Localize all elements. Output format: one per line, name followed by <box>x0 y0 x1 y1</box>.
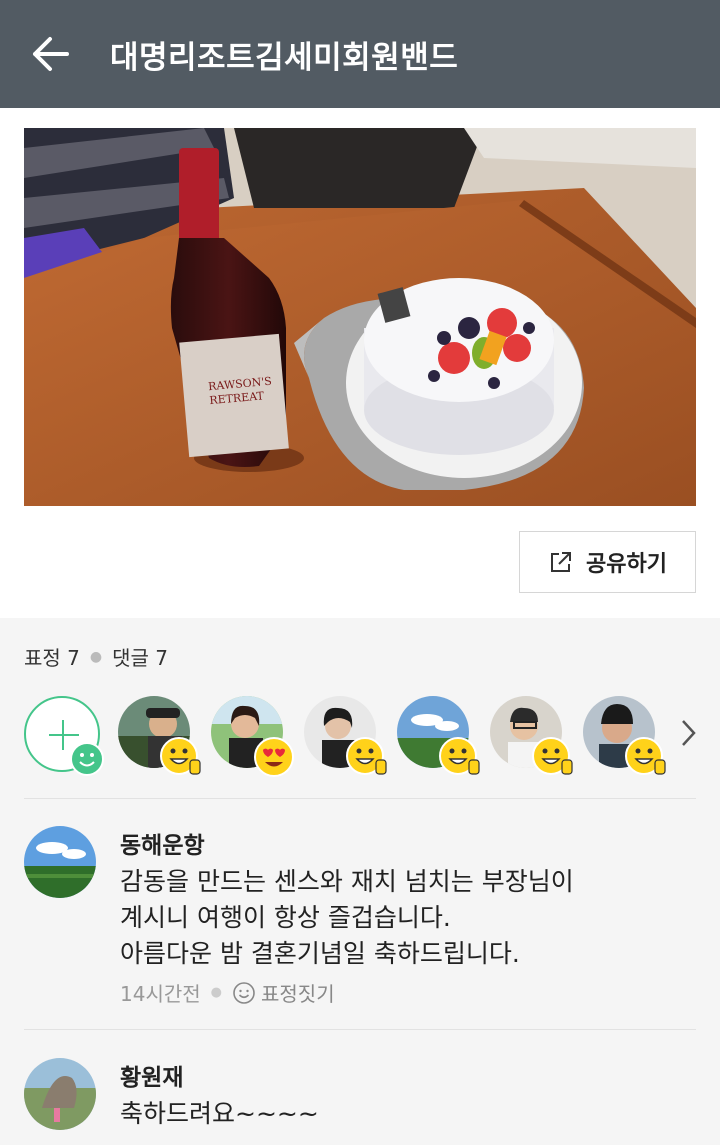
avatar[interactable] <box>24 826 96 898</box>
back-button[interactable] <box>0 0 100 108</box>
share-label: 공유하기 <box>586 552 667 577</box>
comment-meta: 14시간전 ● 표정짓기 <box>120 978 335 1007</box>
post-photo-illustration: RAWSON'S RETREAT <box>24 128 696 506</box>
band-title: 대명리조트김세미회원밴드 <box>110 39 459 76</box>
add-reaction-button[interactable] <box>24 696 104 776</box>
comment-item: 동해운항 감동을 만드는 센스와 재치 넘치는 부장님이 계시니 여행이 항상 … <box>0 826 720 1006</box>
thumbs-up-smile-emoji-icon <box>625 737 666 775</box>
comment-text: 축하드려요~~~~ <box>120 1099 319 1128</box>
comment-author[interactable]: 동해운항 <box>120 826 205 860</box>
chevron-right-icon[interactable] <box>680 718 698 748</box>
heart-eyes-emoji-icon <box>254 737 294 777</box>
post-content: RAWSON'S RETREAT 공유하기 <box>0 108 720 618</box>
thumbs-up-smile-emoji-icon <box>160 737 201 775</box>
comment-count[interactable]: 댓글 7 <box>112 642 168 671</box>
reactor-avatar[interactable] <box>304 696 387 775</box>
comment-text: 감동을 만드는 센스와 재치 넘치는 부장님이 계시니 여행이 항상 즐겁습니다… <box>120 867 574 968</box>
reactors-row <box>24 696 720 780</box>
share-button[interactable]: 공유하기 <box>519 531 696 593</box>
reactor-avatar[interactable] <box>397 696 480 775</box>
reactor-avatar[interactable] <box>583 696 666 775</box>
separator-dot: ● <box>89 648 103 665</box>
thumbs-up-smile-emoji-icon <box>532 737 573 775</box>
divider <box>24 798 696 799</box>
plus-icon-bar <box>49 734 79 736</box>
post-stats: 표정 7 ● 댓글 7 <box>24 642 168 671</box>
back-arrow-icon <box>33 37 69 71</box>
reactor-avatar[interactable] <box>490 696 573 775</box>
reactor-avatar[interactable] <box>211 696 294 777</box>
app-bar: 대명리조트김세미회원밴드 <box>0 0 720 108</box>
separator-dot: ● <box>210 985 222 1000</box>
react-label: 표정짓기 <box>261 982 335 1006</box>
smile-icon <box>70 742 104 776</box>
smiley-icon <box>233 981 255 1004</box>
thumbs-up-smile-emoji-icon <box>439 737 480 775</box>
avatar[interactable] <box>24 1058 96 1130</box>
comment-time: 14시간전 <box>120 982 201 1006</box>
react-button[interactable]: 표정짓기 <box>232 978 335 1007</box>
comment-author[interactable]: 황원재 <box>120 1058 183 1092</box>
reactor-avatar[interactable] <box>118 696 201 775</box>
share-icon <box>551 552 572 572</box>
reaction-count[interactable]: 표정 7 <box>24 642 80 671</box>
comment-item: 황원재 축하드려요~~~~ <box>0 1058 720 1145</box>
post-photo[interactable]: RAWSON'S RETREAT <box>24 128 696 506</box>
thumbs-up-smile-emoji-icon <box>346 737 387 775</box>
divider <box>24 1029 696 1030</box>
